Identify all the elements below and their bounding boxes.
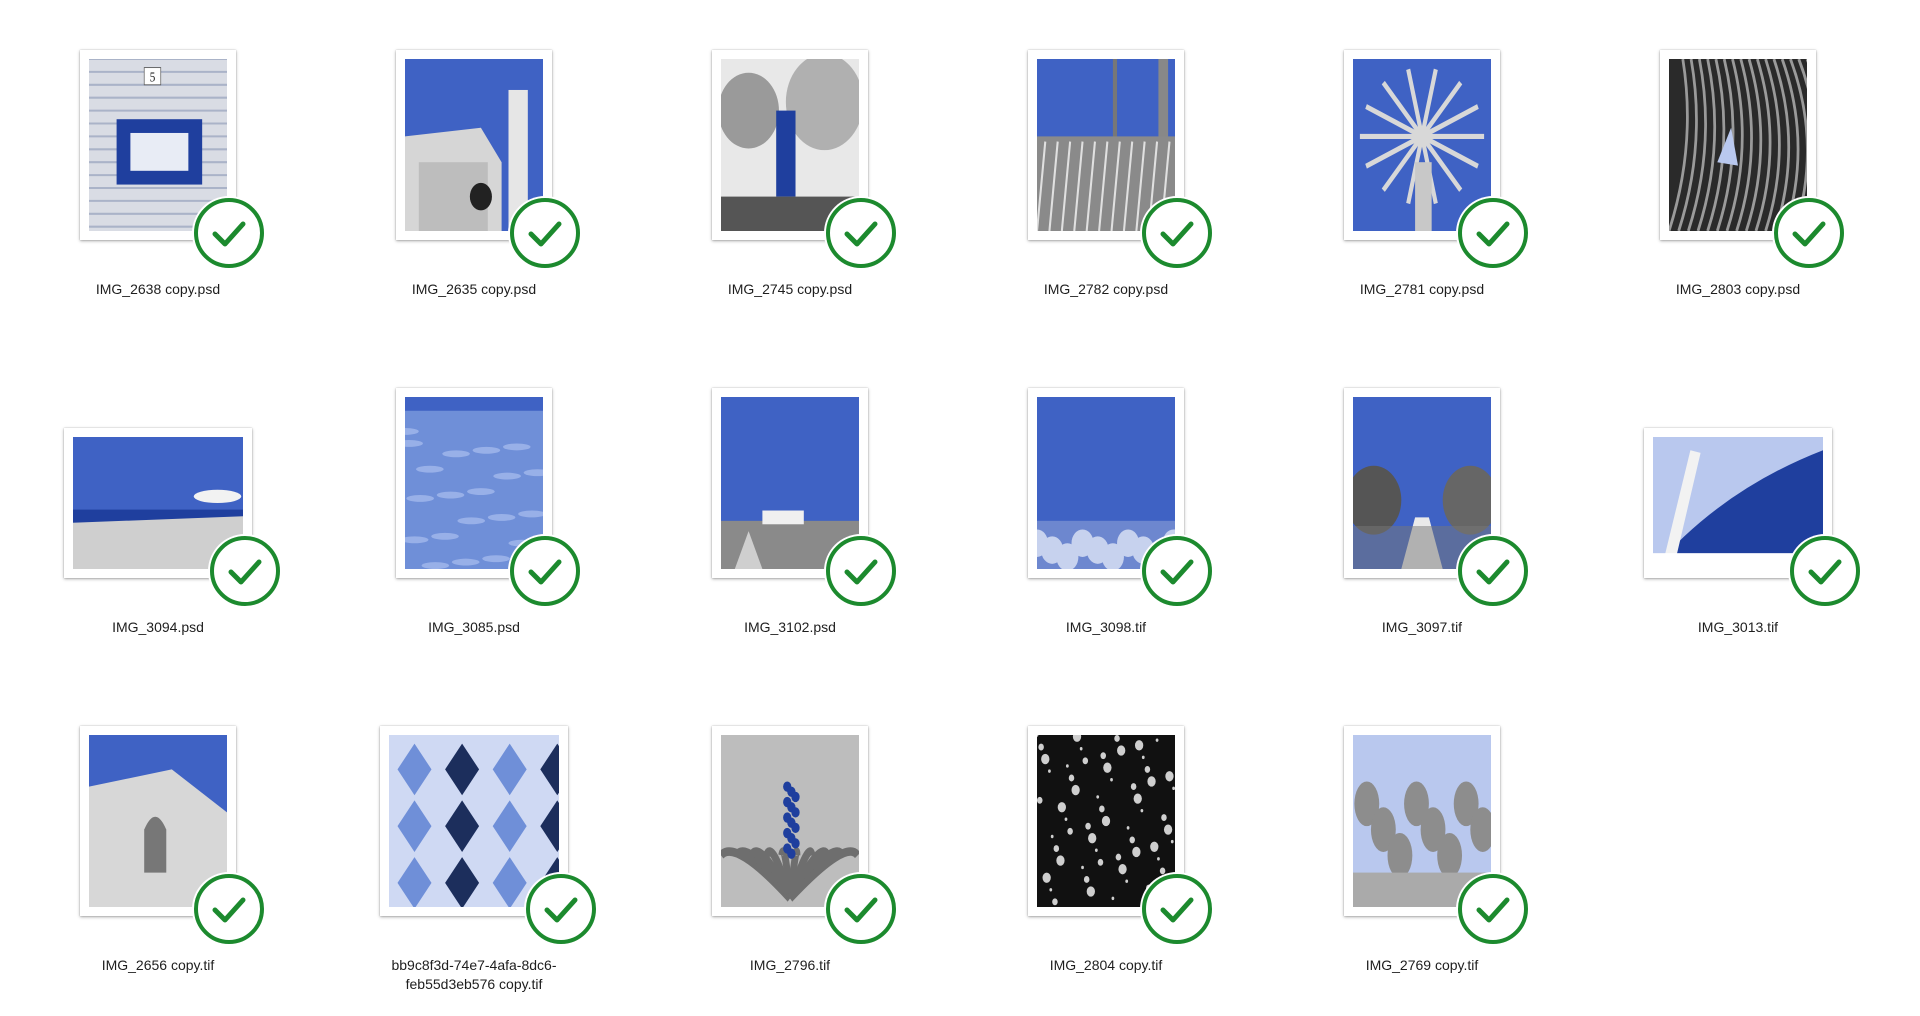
- file-name-label[interactable]: IMG_2769 copy.tif: [1264, 956, 1580, 975]
- file-item[interactable]: IMG_3085.psd: [316, 378, 632, 678]
- file-item[interactable]: IMG_3097.tif: [1264, 378, 1580, 678]
- file-name-label[interactable]: IMG_2804 copy.tif: [948, 956, 1264, 975]
- checkmark-circle-icon: [826, 874, 896, 944]
- file-name-label[interactable]: bb9c8f3d-74e7-4afa-8dc6- feb55d3eb576 co…: [316, 956, 632, 994]
- svg-text:5: 5: [150, 69, 156, 84]
- checkmark-circle-icon: [1458, 874, 1528, 944]
- file-item[interactable]: IMG_2804 copy.tif: [948, 716, 1264, 1016]
- checkmark-circle-icon: [1774, 198, 1844, 268]
- file-name-label[interactable]: IMG_3098.tif: [948, 618, 1264, 637]
- file-item[interactable]: IMG_2635 copy.psd: [316, 40, 632, 340]
- file-item[interactable]: 5 IMG_2638 copy.psd: [0, 40, 316, 340]
- checkmark-circle-icon: [510, 198, 580, 268]
- file-name-label[interactable]: IMG_3097.tif: [1264, 618, 1580, 637]
- file-name-label[interactable]: IMG_2635 copy.psd: [316, 280, 632, 299]
- file-name-label[interactable]: IMG_2781 copy.psd: [1264, 280, 1580, 299]
- file-name-label[interactable]: IMG_2656 copy.tif: [0, 956, 316, 975]
- file-item[interactable]: IMG_3094.psd: [0, 378, 316, 678]
- checkmark-circle-icon: [210, 536, 280, 606]
- checkmark-circle-icon: [510, 536, 580, 606]
- checkmark-circle-icon: [1790, 536, 1860, 606]
- checkmark-circle-icon: [1142, 536, 1212, 606]
- file-item[interactable]: IMG_3098.tif: [948, 378, 1264, 678]
- checkmark-circle-icon: [526, 874, 596, 944]
- file-name-label[interactable]: IMG_3094.psd: [0, 618, 316, 637]
- checkmark-circle-icon: [826, 198, 896, 268]
- file-name-label[interactable]: IMG_2745 copy.psd: [632, 280, 948, 299]
- file-item[interactable]: IMG_2796.tif: [632, 716, 948, 1016]
- file-item[interactable]: IMG_2769 copy.tif: [1264, 716, 1580, 1016]
- checkmark-circle-icon: [1142, 198, 1212, 268]
- checkmark-circle-icon: [194, 874, 264, 944]
- file-item[interactable]: bb9c8f3d-74e7-4afa-8dc6- feb55d3eb576 co…: [316, 716, 632, 1016]
- checkmark-circle-icon: [1458, 536, 1528, 606]
- checkmark-circle-icon: [194, 198, 264, 268]
- file-name-label[interactable]: IMG_3102.psd: [632, 618, 948, 637]
- file-name-label[interactable]: IMG_2796.tif: [632, 956, 948, 975]
- checkmark-circle-icon: [1458, 198, 1528, 268]
- file-item[interactable]: IMG_2803 copy.psd: [1580, 40, 1896, 340]
- file-item[interactable]: IMG_2745 copy.psd: [632, 40, 948, 340]
- file-name-label[interactable]: IMG_2638 copy.psd: [0, 280, 316, 299]
- file-name-label[interactable]: IMG_2803 copy.psd: [1580, 280, 1896, 299]
- file-item[interactable]: IMG_2656 copy.tif: [0, 716, 316, 1016]
- file-name-label[interactable]: IMG_3085.psd: [316, 618, 632, 637]
- file-name-label[interactable]: IMG_2782 copy.psd: [948, 280, 1264, 299]
- checkmark-circle-icon: [826, 536, 896, 606]
- file-item[interactable]: IMG_3102.psd: [632, 378, 948, 678]
- checkmark-circle-icon: [1142, 874, 1212, 944]
- file-item[interactable]: IMG_2781 copy.psd: [1264, 40, 1580, 340]
- file-name-label[interactable]: IMG_3013.tif: [1580, 618, 1896, 637]
- file-item[interactable]: IMG_2782 copy.psd: [948, 40, 1264, 340]
- file-item[interactable]: IMG_3013.tif: [1580, 378, 1896, 678]
- file-grid: 5 IMG_2638 copy.psd IMG_2635 copy.psd IM…: [0, 0, 1920, 1003]
